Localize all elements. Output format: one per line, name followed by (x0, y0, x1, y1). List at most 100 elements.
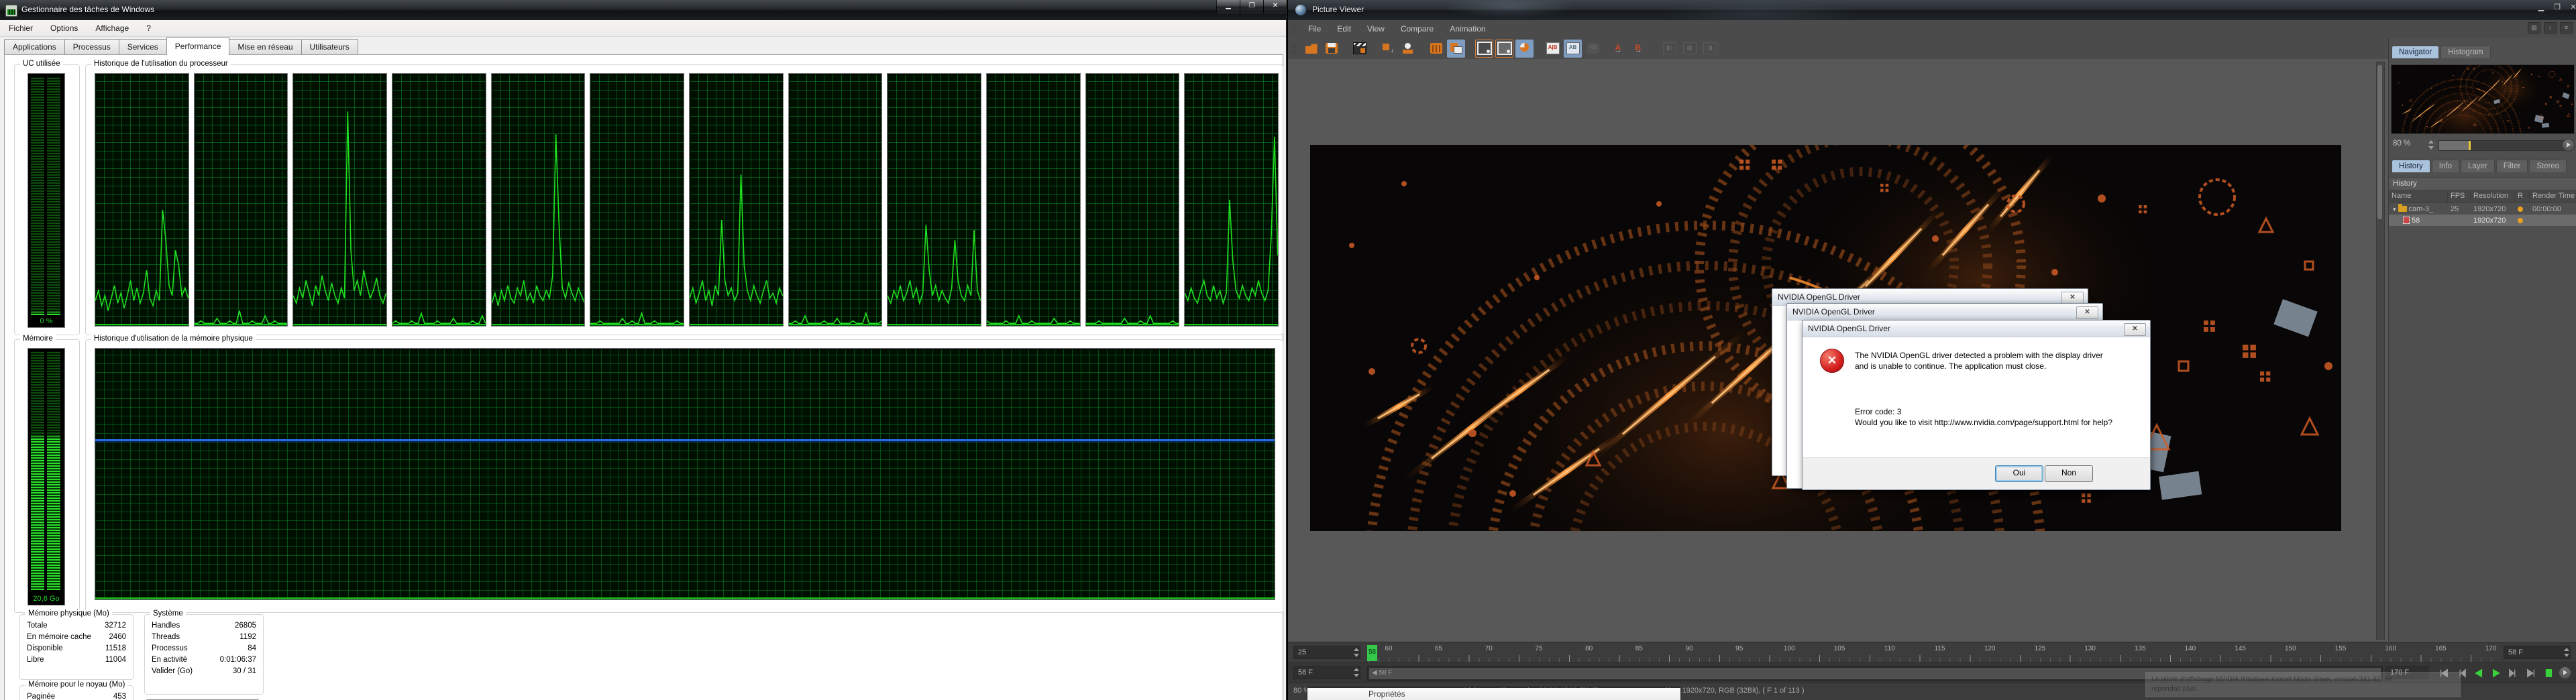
dialog-title[interactable]: NVIDIA OpenGL Driver (1787, 304, 2102, 320)
maximize-icon[interactable]: ❐ (1240, 0, 1264, 14)
save-image-icon[interactable] (1322, 40, 1340, 58)
fps-stepper[interactable] (1353, 647, 1359, 658)
tab-processus[interactable]: Processus (64, 39, 119, 55)
timeline-ruler[interactable]: 58 60 65 70 75 80 85 90 95 100 105 110 115 120 125 130… (1367, 644, 2500, 662)
zoom-stepper[interactable] (2428, 139, 2434, 150)
pv-menu-animation[interactable]: Animation (1442, 22, 1493, 36)
frame-a-icon[interactable] (1475, 40, 1493, 58)
pv-menu-view[interactable]: View (1359, 22, 1393, 36)
open-file-icon[interactable] (1302, 40, 1320, 58)
minimize-icon[interactable]: ▁ (2536, 3, 2546, 13)
current-frame-stepper[interactable] (1353, 667, 1359, 678)
tm-menu-fichier[interactable]: Fichier (0, 21, 42, 35)
task-manager-caption-buttons: ▁ ❐ ✕ (1216, 0, 1287, 14)
tab-info[interactable]: Info (2431, 160, 2459, 172)
properties-window-edge[interactable]: Propriétés (1307, 688, 1680, 700)
ruler-label-75: 75 (1535, 645, 1543, 652)
ab-compare-icon[interactable]: A|B (1544, 40, 1562, 58)
scrollbar-thumb[interactable] (2377, 65, 2382, 219)
current-frame-marker[interactable]: 58 (1367, 645, 1377, 661)
tm-menu-affichage[interactable]: Affichage (87, 21, 138, 35)
set-b-icon[interactable]: B → (1632, 40, 1650, 58)
tab-navigator[interactable]: Navigator (2392, 46, 2440, 58)
no-button[interactable]: Non (2045, 465, 2093, 482)
record-frame-icon[interactable] (2541, 666, 2556, 680)
performance-tab-page: UC utilisée 0 % Historique de l'utilisat… (4, 54, 1283, 700)
viewport-vertical-scrollbar[interactable] (2376, 62, 2385, 640)
tab-performance[interactable]: Performance (166, 37, 230, 55)
maximize-icon[interactable]: ❐ (2552, 3, 2563, 13)
close-icon[interactable]: ✕ (2568, 3, 2576, 13)
layer-stack-icon[interactable] (1447, 39, 1465, 58)
minimize-icon[interactable]: ▁ (1216, 0, 1240, 14)
render-clip-icon[interactable] (1350, 40, 1368, 58)
next-key-icon[interactable] (2506, 666, 2521, 680)
tm-menu-[interactable]: ? (138, 21, 160, 35)
stat-label: Handles (152, 622, 180, 630)
user-down-icon[interactable] (1399, 40, 1417, 58)
delete-image-icon[interactable] (1427, 40, 1445, 58)
pv-menu-file[interactable]: File (1300, 22, 1329, 36)
pv-menu-compare[interactable]: Compare (1393, 22, 1442, 36)
history-row-58[interactable]: 58 1920x720 (2389, 215, 2576, 226)
ab-compare-disabled-icon[interactable]: AB (1584, 40, 1602, 58)
tab-mise-en-r-seau[interactable]: Mise en réseau (229, 39, 302, 55)
yes-button[interactable]: Oui (1995, 465, 2043, 482)
pie-eye-icon[interactable] (1515, 39, 1534, 58)
ruler-label-130: 130 (2084, 645, 2096, 652)
stat-value: 26805 (235, 622, 256, 630)
navigator-thumbnail[interactable] (2391, 64, 2575, 134)
column-render-time[interactable]: Render Time (2530, 190, 2576, 202)
history-panel-tabs: History Info Layer Filter Stereo (2392, 160, 2567, 172)
column-name[interactable]: Name (2389, 190, 2448, 202)
nav-grid-icon[interactable]: ▦ (1680, 40, 1699, 58)
tab-services[interactable]: Services (118, 39, 167, 55)
close-icon[interactable]: ✕ (1263, 0, 1287, 14)
expander-icon[interactable]: ▾ (2393, 204, 2396, 215)
frame-b-icon[interactable] (1495, 40, 1513, 58)
play-backward-icon[interactable] (2471, 666, 2486, 680)
stat-label: En mémoire cache (27, 633, 91, 641)
navigator-play-button[interactable] (2562, 139, 2575, 152)
nav-prev-icon[interactable]: ◧ (1660, 40, 1678, 58)
tm-menu-options[interactable]: Options (42, 21, 87, 35)
pv-menu-edit[interactable]: Edit (1329, 22, 1359, 36)
tab-layer[interactable]: Layer (2460, 160, 2495, 172)
fps-field[interactable]: 25 (1293, 646, 1360, 659)
to-end-icon[interactable] (2524, 666, 2538, 680)
close-icon[interactable]: ✕ (2124, 323, 2146, 336)
tab-histogram[interactable]: Histogram (2440, 46, 2491, 58)
frame-stepper-right[interactable] (2563, 647, 2569, 658)
task-manager-titlebar[interactable]: Gestionnaire des tâches de Windows ▁ ❐ ✕ (0, 0, 1287, 20)
frame-field-right[interactable]: 58 F (2504, 646, 2571, 659)
tab-stereo[interactable]: Stereo (2529, 160, 2567, 172)
close-icon[interactable]: ✕ (2076, 306, 2098, 319)
panel-menu-icon[interactable]: ≡ (2560, 22, 2573, 34)
ab-compare-large-icon[interactable]: AB (1564, 39, 1582, 58)
dialog-title[interactable]: NVIDIA OpenGL Driver (1803, 320, 2150, 337)
stat-value: 11518 (105, 644, 126, 652)
nav-next-icon[interactable]: ◨ (1701, 40, 1719, 58)
tab-utilisateurs[interactable]: Utilisateurs (301, 39, 358, 55)
column-resolution[interactable]: Resolution (2471, 190, 2515, 202)
timeline-options-button[interactable] (2559, 666, 2571, 679)
tab-history[interactable]: History (2392, 160, 2430, 172)
column-fps[interactable]: FPS (2448, 190, 2471, 202)
zoom-slider-thumb[interactable] (2439, 141, 2469, 150)
panel-pin-icon[interactable]: ▤ (2528, 22, 2540, 34)
history-row-cam-3_[interactable]: ▾ cam-3_ 25 1920x720 00:00:00 (2389, 203, 2576, 215)
cpu-core-chart-4 (490, 73, 586, 327)
picture-viewer-titlebar[interactable]: Picture Viewer ▁ ❐ ✕ (1288, 0, 2576, 20)
set-a-icon[interactable]: A → (1612, 40, 1630, 58)
current-frame-field[interactable]: 58 F (1293, 666, 1360, 679)
panel-split-icon[interactable]: ↕ (2544, 22, 2557, 34)
sort-down-icon[interactable]: ↓ (1379, 40, 1397, 58)
tab-filter[interactable]: Filter (2496, 160, 2528, 172)
tab-applications[interactable]: Applications (4, 39, 65, 55)
column-r[interactable]: R (2515, 190, 2530, 202)
stat-value: 84 (248, 644, 256, 652)
play-forward-icon[interactable] (2489, 666, 2504, 680)
zoom-slider[interactable] (2438, 140, 2565, 151)
picture-viewer-menubar: File Edit View Compare Animation (1288, 20, 2576, 38)
ruler-label-125: 125 (2034, 645, 2046, 652)
